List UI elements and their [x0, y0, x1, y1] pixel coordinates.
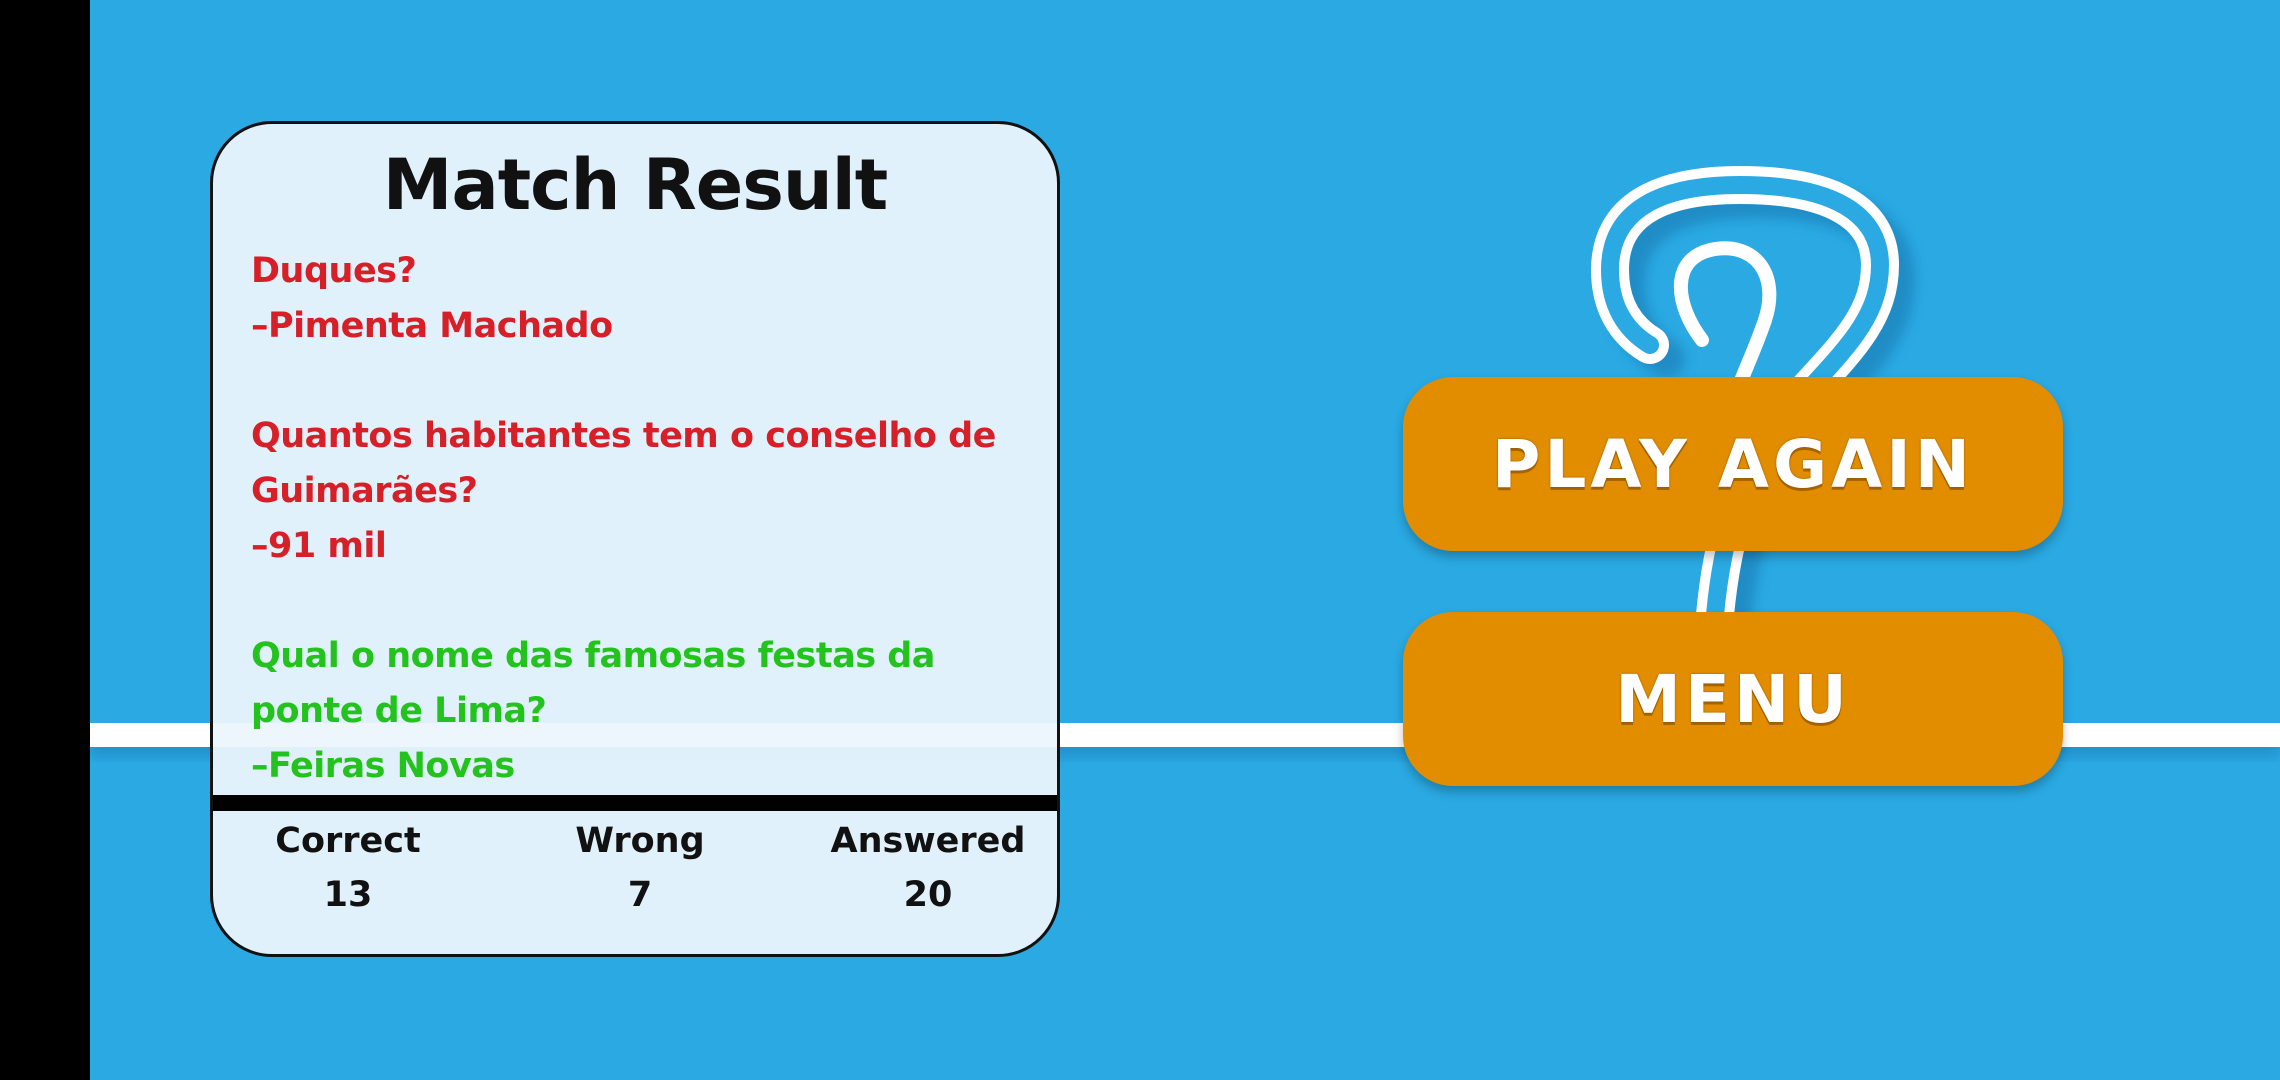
stat-answered-label: Answered	[830, 821, 1026, 861]
stats-row: Correct 13 Wrong 7 Answered 20	[213, 814, 1057, 954]
answer-text: –91 mil	[251, 526, 387, 566]
question-item-correct: Qual o nome das famosas festas da ponte …	[251, 629, 1031, 794]
question-item-wrong: Duques? –Pimenta Machado	[251, 244, 1031, 354]
game-screen: Match Result Duques? –Pimenta Machado Qu…	[0, 0, 2280, 1080]
menu-button[interactable]: MENU	[1403, 612, 2063, 786]
stats-divider	[213, 795, 1057, 811]
answer-text: –Feiras Novas	[251, 746, 515, 786]
question-item-wrong: Quantos habitantes tem o conselho de Gui…	[251, 409, 1031, 574]
stat-answered-value: 20	[903, 875, 953, 915]
question-text-continued: ponte de Lima?	[251, 691, 547, 731]
question-text-continued: Guimarães?	[251, 471, 478, 511]
question-text: Qual o nome das famosas festas da	[251, 636, 935, 676]
stat-wrong-label: Wrong	[575, 821, 705, 861]
match-result-title: Match Result	[382, 144, 888, 226]
question-text: Quantos habitantes tem o conselho de	[251, 416, 996, 456]
answer-text: –Pimenta Machado	[251, 306, 613, 346]
stat-correct-label: Correct	[275, 821, 421, 861]
menu-label: MENU	[1615, 660, 1851, 738]
stat-wrong-value: 7	[627, 875, 653, 915]
match-result-card: Match Result Duques? –Pimenta Machado Qu…	[210, 121, 1060, 957]
play-again-label: PLAY AGAIN	[1491, 425, 1975, 503]
stat-correct-value: 13	[323, 875, 373, 915]
game-area: Match Result Duques? –Pimenta Machado Qu…	[90, 0, 2280, 1080]
letterbox-bar	[0, 0, 90, 1080]
stat-wrong: Wrong 7	[510, 814, 770, 922]
stat-correct: Correct 13	[218, 814, 478, 922]
stat-answered: Answered 20	[798, 814, 1057, 922]
play-again-button[interactable]: PLAY AGAIN	[1403, 377, 2063, 551]
question-text: Duques?	[251, 251, 417, 291]
